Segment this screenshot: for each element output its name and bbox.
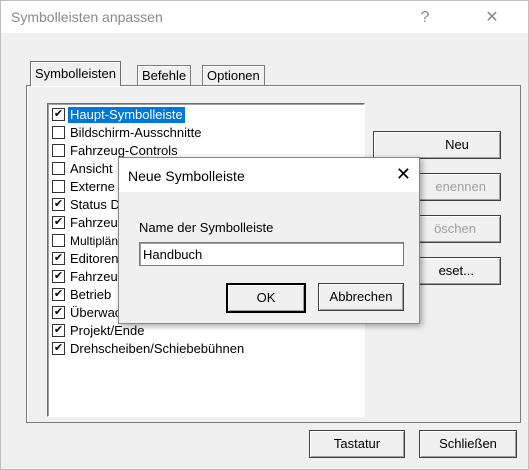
modal-title-bar[interactable]: Neue Symbolleiste ✕ (119, 158, 419, 192)
new-button[interactable]: Neu (373, 131, 501, 159)
check-icon: ✔ (53, 270, 64, 282)
checkbox[interactable]: ✔ (52, 252, 65, 265)
list-item-label: Multiplän (70, 234, 119, 248)
modal-title: Neue Symbolleiste (128, 168, 245, 184)
tab-label: Symbolleisten (35, 66, 116, 81)
dialog-title: Symbolleisten anpassen (11, 9, 163, 25)
list-item-label: Bildschirm-Ausschnitte (70, 125, 202, 140)
checkbox[interactable]: ✔ (52, 306, 65, 319)
checkbox[interactable]: ✔ (52, 108, 65, 121)
close-dialog-button-label: Schließen (439, 436, 497, 451)
close-button[interactable]: ✕ (469, 5, 515, 31)
checkbox[interactable]: ✔ (52, 324, 65, 337)
list-item-label: Betrieb (70, 287, 112, 302)
checkbox[interactable]: ✔ (52, 270, 65, 283)
list-item[interactable]: ✔ Projekt/Ende (50, 323, 360, 339)
check-icon: ✔ (53, 342, 64, 354)
cancel-button-label: Abbrechen (329, 289, 393, 304)
list-item-label: Haupt-Symbolleiste (68, 107, 185, 123)
checkbox[interactable] (52, 234, 65, 247)
modal-close-button[interactable]: ✕ (396, 164, 411, 185)
keyboard-button[interactable]: Tastatur (309, 430, 405, 458)
list-item-label: Fahrzeu (70, 215, 118, 230)
list-item[interactable]: Bildschirm-Ausschnitte (50, 125, 360, 141)
help-button[interactable]: ? (402, 5, 448, 31)
check-icon: ✔ (53, 324, 64, 336)
checkbox[interactable] (52, 180, 65, 193)
ok-button[interactable]: OK (226, 283, 306, 313)
tab-label: Befehle (142, 68, 187, 83)
cancel-button[interactable]: Abbrechen (318, 283, 404, 311)
list-item-label: Drehscheiben/Schiebebühnen (70, 341, 245, 356)
checkbox[interactable]: ✔ (52, 198, 65, 211)
reset-button-label: eset... (438, 263, 474, 278)
ok-button-label: OK (256, 290, 276, 305)
toolbar-name-input[interactable] (140, 243, 393, 265)
tab-optionen[interactable]: Optionen (202, 65, 265, 86)
checkbox[interactable]: ✔ (52, 342, 65, 355)
check-icon: ✔ (53, 252, 64, 264)
list-item-label: Projekt/Ende (70, 323, 145, 338)
new-button-label: Neu (445, 137, 469, 152)
check-icon: ✔ (53, 306, 64, 318)
check-icon: ✔ (53, 198, 64, 210)
list-item[interactable]: ✔ Drehscheiben/Schiebebühnen (50, 341, 360, 357)
keyboard-button-label: Tastatur (333, 436, 381, 451)
tab-label: Optionen (207, 68, 260, 83)
check-icon: ✔ (53, 288, 64, 300)
list-item[interactable]: ✔ Haupt-Symbolleiste (50, 107, 360, 123)
check-icon: ✔ (53, 216, 64, 228)
checkbox[interactable]: ✔ (52, 288, 65, 301)
list-item-label: Externe (70, 179, 115, 194)
tab-befehle[interactable]: Befehle (137, 65, 192, 86)
list-item-label: Ansicht (70, 161, 113, 176)
rename-button-label: enennen (435, 179, 486, 194)
checkbox[interactable] (52, 126, 65, 139)
toolbar-name-input-box[interactable] (139, 242, 404, 266)
checkbox[interactable] (52, 144, 65, 157)
list-item-label: Fahrzeu (70, 269, 118, 284)
check-icon: ✔ (53, 108, 64, 120)
delete-button-label: öschen (434, 221, 476, 236)
name-field-label: Name der Symbolleiste (139, 220, 274, 235)
tab-symbolleisten[interactable]: Symbolleisten (30, 61, 121, 86)
checkbox[interactable] (52, 162, 65, 175)
checkbox[interactable]: ✔ (52, 216, 65, 229)
list-item-label: Editoren (70, 251, 119, 266)
title-bar[interactable]: Symbolleisten anpassen ? ✕ (1, 1, 528, 33)
close-dialog-button[interactable]: Schließen (419, 430, 517, 458)
list-item-label: Status D (70, 197, 120, 212)
new-toolbar-dialog: Neue Symbolleiste ✕ Name der Symbolleist… (118, 157, 420, 324)
